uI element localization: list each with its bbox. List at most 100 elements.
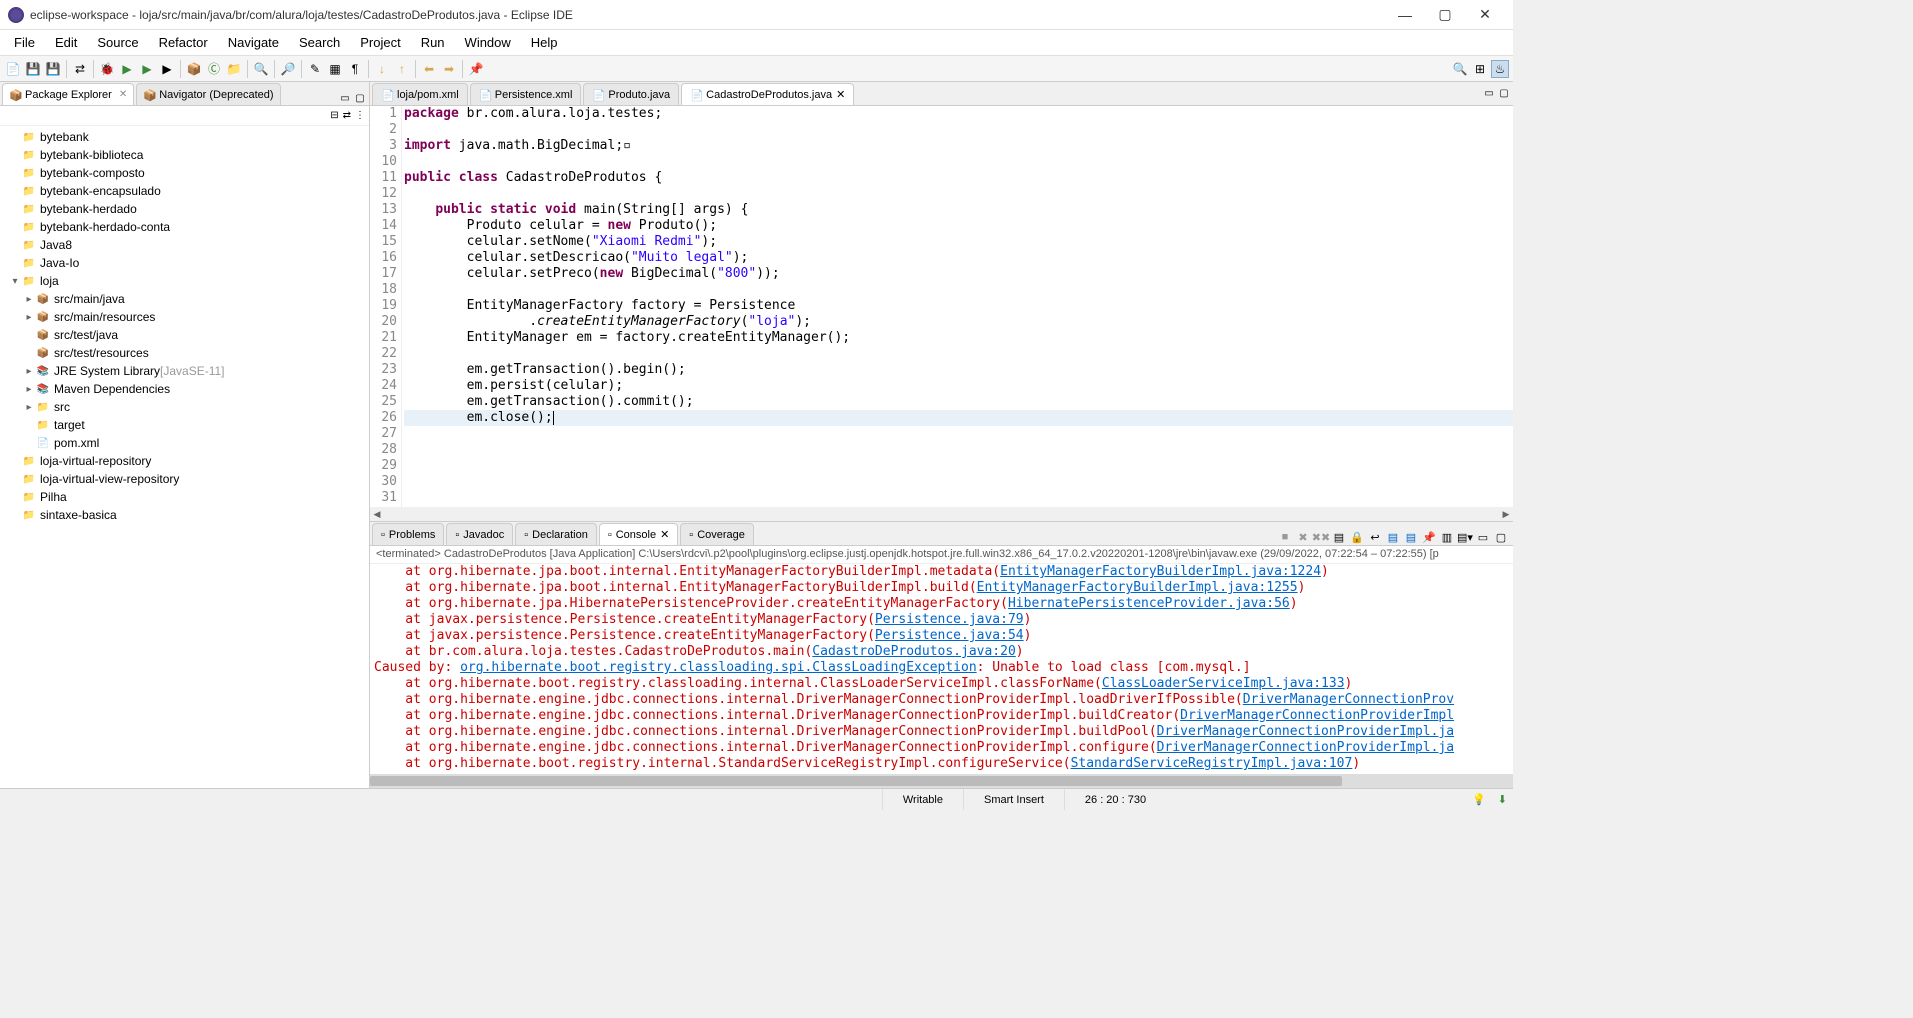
tree-item-jre-system-library[interactable]: ▸📚JRE System Library [JavaSE-11] — [0, 362, 369, 380]
code-line-21[interactable]: EntityManager em = factory.createEntityM… — [404, 330, 1513, 346]
stack-trace-link[interactable]: DriverManagerConnectionProviderImpl.ja — [1157, 740, 1454, 755]
tree-item-java-io[interactable]: 📁Java-Io — [0, 254, 369, 272]
menu-refactor[interactable]: Refactor — [149, 31, 218, 54]
close-button[interactable]: ✕ — [1465, 0, 1505, 30]
maximize-console-icon[interactable]: ▢ — [1493, 529, 1509, 545]
tree-item-src-main-java[interactable]: ▸📦src/main/java — [0, 290, 369, 308]
remove-launch-icon[interactable]: ✖ — [1295, 529, 1311, 545]
view-tab-navigator-deprecated-[interactable]: 📦Navigator (Deprecated) — [136, 83, 280, 105]
minimize-editor-icon[interactable]: ▭ — [1482, 87, 1496, 101]
code-line-12[interactable] — [404, 186, 1513, 202]
new-icon[interactable]: 📄 — [4, 60, 22, 78]
search-field-icon[interactable]: 🔍 — [1451, 60, 1469, 78]
scroll-track[interactable] — [384, 507, 1499, 521]
menu-help[interactable]: Help — [521, 31, 568, 54]
editor-h-scrollbar[interactable]: ◀ ▶ — [370, 507, 1513, 521]
minimize-button[interactable]: — — [1385, 0, 1425, 30]
back-icon[interactable]: ⬅ — [420, 60, 438, 78]
minimize-view-icon[interactable]: ▭ — [338, 91, 352, 105]
switch-icon[interactable]: ⇄ — [71, 60, 89, 78]
code-editor[interactable]: 1231011121314151617181920212223242526272… — [370, 106, 1513, 507]
code-line-13[interactable]: public static void main(String[] args) { — [404, 202, 1513, 218]
stack-trace-link[interactable]: EntityManagerFactoryBuilderImpl.java:122… — [1000, 564, 1321, 579]
code-line-20[interactable]: .createEntityManagerFactory("loja"); — [404, 314, 1513, 330]
code-line-17[interactable]: celular.setPreco(new BigDecimal("800")); — [404, 266, 1513, 282]
tree-item-src-test-resources[interactable]: 📦src/test/resources — [0, 344, 369, 362]
package-explorer-tree[interactable]: 📁bytebank📁bytebank-biblioteca📁bytebank-c… — [0, 126, 369, 788]
code-line-26[interactable]: em.close(); — [404, 410, 1513, 426]
tree-item-loja[interactable]: ▾📁loja — [0, 272, 369, 290]
expand-icon[interactable]: ▸ — [22, 294, 36, 305]
view-tab-package-explorer[interactable]: 📦Package Explorer✕ — [2, 83, 134, 105]
tree-item-bytebank-herdado[interactable]: 📁bytebank-herdado — [0, 200, 369, 218]
scroll-track[interactable] — [370, 774, 1513, 788]
maximize-view-icon[interactable]: ▢ — [353, 91, 367, 105]
tree-item-src-test-java[interactable]: 📦src/test/java — [0, 326, 369, 344]
expand-icon[interactable]: ▸ — [22, 402, 36, 413]
editor-tab-produto-java[interactable]: 📄Produto.java — [583, 83, 679, 105]
run-last-icon[interactable]: ▶ — [158, 60, 176, 78]
debug-icon[interactable]: 🐞 — [98, 60, 116, 78]
open-type-icon[interactable]: 🔍 — [252, 60, 270, 78]
code-line-14[interactable]: Produto celular = new Produto(); — [404, 218, 1513, 234]
menu-search[interactable]: Search — [289, 31, 350, 54]
bottom-tab-declaration[interactable]: ▫Declaration — [515, 523, 597, 545]
code-line-30[interactable] — [404, 474, 1513, 490]
stack-trace-link[interactable]: StandardServiceRegistryImpl.java:107 — [1071, 756, 1353, 771]
stack-trace-link[interactable]: HibernatePersistenceProvider.java:56 — [1008, 596, 1290, 611]
new-class-icon[interactable]: Ⓒ — [205, 60, 223, 78]
stack-trace-link[interactable]: Persistence.java:54 — [875, 628, 1024, 643]
console-h-scrollbar[interactable] — [370, 774, 1513, 788]
editor-tab-cadastrodeprodutos-java[interactable]: 📄CadastroDeProdutos.java✕ — [681, 83, 854, 105]
menu-navigate[interactable]: Navigate — [218, 31, 289, 54]
tree-item-bytebank-biblioteca[interactable]: 📁bytebank-biblioteca — [0, 146, 369, 164]
menu-run[interactable]: Run — [411, 31, 455, 54]
clear-console-icon[interactable]: ▤ — [1331, 529, 1347, 545]
save-icon[interactable]: 💾 — [24, 60, 42, 78]
search-icon[interactable]: 🔎 — [279, 60, 297, 78]
bottom-tab-javadoc[interactable]: ▫Javadoc — [446, 523, 513, 545]
editor-tab-loja-pom-xml[interactable]: 📄loja/pom.xml — [372, 83, 468, 105]
code-line-22[interactable] — [404, 346, 1513, 362]
expand-icon[interactable]: ▾ — [8, 276, 22, 287]
expand-icon[interactable]: ▸ — [22, 366, 36, 377]
show-whitespace-icon[interactable]: ¶ — [346, 60, 364, 78]
tree-item-bytebank[interactable]: 📁bytebank — [0, 128, 369, 146]
code-line-11[interactable]: public class CadastroDeProdutos { — [404, 170, 1513, 186]
tree-item-src[interactable]: ▸📁src — [0, 398, 369, 416]
tree-item-java8[interactable]: 📁Java8 — [0, 236, 369, 254]
collapse-all-icon[interactable]: ⊟ — [330, 110, 338, 121]
toggle-block-icon[interactable]: ▦ — [326, 60, 344, 78]
tree-item-bytebank-composto[interactable]: 📁bytebank-composto — [0, 164, 369, 182]
word-wrap-icon[interactable]: ↩ — [1367, 529, 1383, 545]
new-package-icon[interactable]: 📦 — [185, 60, 203, 78]
menu-project[interactable]: Project — [350, 31, 410, 54]
java-perspective-icon[interactable]: ♨ — [1491, 60, 1509, 78]
scroll-right-icon[interactable]: ▶ — [1499, 507, 1513, 521]
coverage-icon[interactable]: ▶ — [138, 60, 156, 78]
code-line-3[interactable]: import java.math.BigDecimal;▫ — [404, 138, 1513, 154]
code-line-24[interactable]: em.persist(celular); — [404, 378, 1513, 394]
next-annotation-icon[interactable]: ↓ — [373, 60, 391, 78]
menu-edit[interactable]: Edit — [45, 31, 87, 54]
code-line-31[interactable] — [404, 490, 1513, 506]
view-menu-icon[interactable]: ⋮ — [355, 110, 365, 121]
tip-of-day-icon[interactable]: 💡 — [1466, 793, 1492, 806]
maximize-editor-icon[interactable]: ▢ — [1497, 87, 1511, 101]
tree-item-pom-xml[interactable]: 📄pom.xml — [0, 434, 369, 452]
display-console-icon[interactable]: ▥ — [1439, 529, 1455, 545]
pin-icon[interactable]: 📌 — [467, 60, 485, 78]
code-area[interactable]: package br.com.alura.loja.testes;import … — [402, 106, 1513, 507]
open-console-icon[interactable]: ▤▾ — [1457, 529, 1473, 545]
code-line-2[interactable] — [404, 122, 1513, 138]
code-line-19[interactable]: EntityManagerFactory factory = Persisten… — [404, 298, 1513, 314]
code-line-27[interactable] — [404, 426, 1513, 442]
new-folder-icon[interactable]: 📁 — [225, 60, 243, 78]
menu-window[interactable]: Window — [455, 31, 521, 54]
stack-trace-link[interactable]: org.hibernate.boot.registry.classloading… — [460, 660, 977, 675]
minimize-console-icon[interactable]: ▭ — [1475, 529, 1491, 545]
open-perspective-icon[interactable]: ⊞ — [1471, 60, 1489, 78]
tree-item-loja-virtual-view-repository[interactable]: 📁loja-virtual-view-repository — [0, 470, 369, 488]
pin-console-icon[interactable]: 📌 — [1421, 529, 1437, 545]
prev-annotation-icon[interactable]: ↑ — [393, 60, 411, 78]
